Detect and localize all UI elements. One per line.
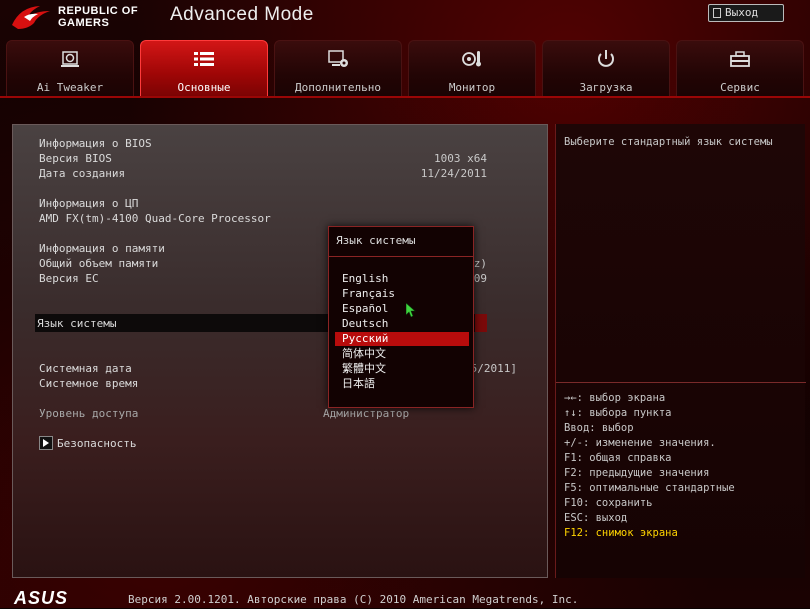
settings-screen-icon [328,50,348,67]
help-divider [556,382,806,383]
cpu-info-heading: Информация о ЦП [39,197,139,210]
tab-label: Ai Tweaker [36,81,104,94]
exit-button[interactable]: Выход [708,4,784,22]
language-option[interactable]: Deutsch [335,317,469,331]
mouse-cursor-icon [406,303,416,317]
bios-info-heading: Информация о BIOS [39,137,152,150]
cpu-fan-icon [61,51,79,67]
language-option[interactable]: 繁體中文 [335,362,469,376]
language-option-selected[interactable]: Русский [335,332,469,346]
access-level-value: Администратор [323,407,410,420]
power-icon [598,50,614,67]
system-time-label[interactable]: Системное время [39,377,138,390]
access-level-label: Уровень доступа [39,407,139,420]
system-date-value[interactable]: 5/2011] [471,362,517,375]
footer-copyright: Версия 2.00.1201. Авторские права (C) 20… [128,593,579,606]
security-link[interactable]: Безопасность [57,437,136,450]
system-language-dropdown-end[interactable] [475,314,487,332]
help-key-line: +/-: изменение значения. [564,437,716,449]
popup-title: Язык системы [336,234,416,247]
bios-version-label: Версия BIOS [39,152,112,165]
help-key-line: F10: сохранить [564,497,653,509]
tab-label: Монитор [448,81,496,94]
tab-label: Сервис [720,81,760,94]
help-key-line-screenshot: F12: снимок экрана [564,527,678,539]
tab-tools[interactable]: Сервис [676,40,804,98]
language-popup: Язык системы English Français Español De… [328,226,474,408]
exit-label: Выход [725,6,759,19]
tab-label: Дополнительно [294,81,382,94]
thermometer-fan-icon [462,51,481,67]
help-key-line: ↑↓: выбора пункта [564,407,672,419]
language-option[interactable]: 简体中文 [335,347,469,361]
build-date-label: Дата создания [39,167,126,180]
tab-label: Загрузка [579,81,633,94]
page-title: Advanced Mode [170,4,314,25]
system-language-label: Язык системы [37,317,117,330]
ec-version-value: 09 [473,272,487,285]
tab-monitor[interactable]: Монитор [408,40,536,98]
asus-logo: ASUS [14,588,69,608]
help-key-line: ESC: выход [564,512,628,524]
language-option[interactable]: English [335,272,469,286]
tab-label: Основные [177,81,231,94]
chevron-right-icon [39,436,53,450]
language-option[interactable]: Français [335,287,469,301]
brand-line-2: GAMERS [58,17,110,29]
help-description: Выберите стандартный язык системы [564,136,773,148]
tab-bar: Ai Tweaker Основные Дополнительно Монито… [6,40,806,98]
tab-ai-tweaker[interactable]: Ai Tweaker [6,40,134,98]
help-key-line: F5: оптимальные стандартные [564,482,735,494]
total-memory-label: Общий объем памяти [39,257,159,270]
memory-info-heading: Информация о памяти [39,242,165,255]
system-date-label[interactable]: Системная дата [39,362,132,375]
build-date-value: 11/24/2011 [420,167,487,180]
total-memory-value: z) [473,257,487,270]
cpu-model: AMD FX(tm)-4100 Quad-Core Processor [39,212,271,225]
list-icon [194,52,214,66]
rog-logo-icon [12,6,50,29]
exit-icon [713,8,721,18]
brand-text: REPUBLIC OF GAMERS [58,5,138,29]
help-key-line: →←: выбор экрана [564,392,666,404]
bios-version-value: 1003 x64 [434,152,487,165]
language-option[interactable]: 日本語 [335,377,469,391]
help-key-line: F2: предыдущие значения [564,467,710,479]
help-key-line: Ввод: выбор [564,422,634,434]
language-option[interactable]: Español [335,302,469,316]
popup-divider [329,256,473,257]
tab-boot[interactable]: Загрузка [542,40,670,98]
toolbox-icon [730,51,750,67]
ec-version-label: Версия EC [39,272,99,285]
tab-main[interactable]: Основные [140,40,268,98]
tab-advanced[interactable]: Дополнительно [274,40,402,98]
tab-bar-divider [0,96,810,98]
brand-line-1: REPUBLIC OF [58,5,139,17]
help-panel: Выберите стандартный язык системы →←: вы… [555,124,806,578]
help-key-line: F1: общая справка [564,452,672,464]
